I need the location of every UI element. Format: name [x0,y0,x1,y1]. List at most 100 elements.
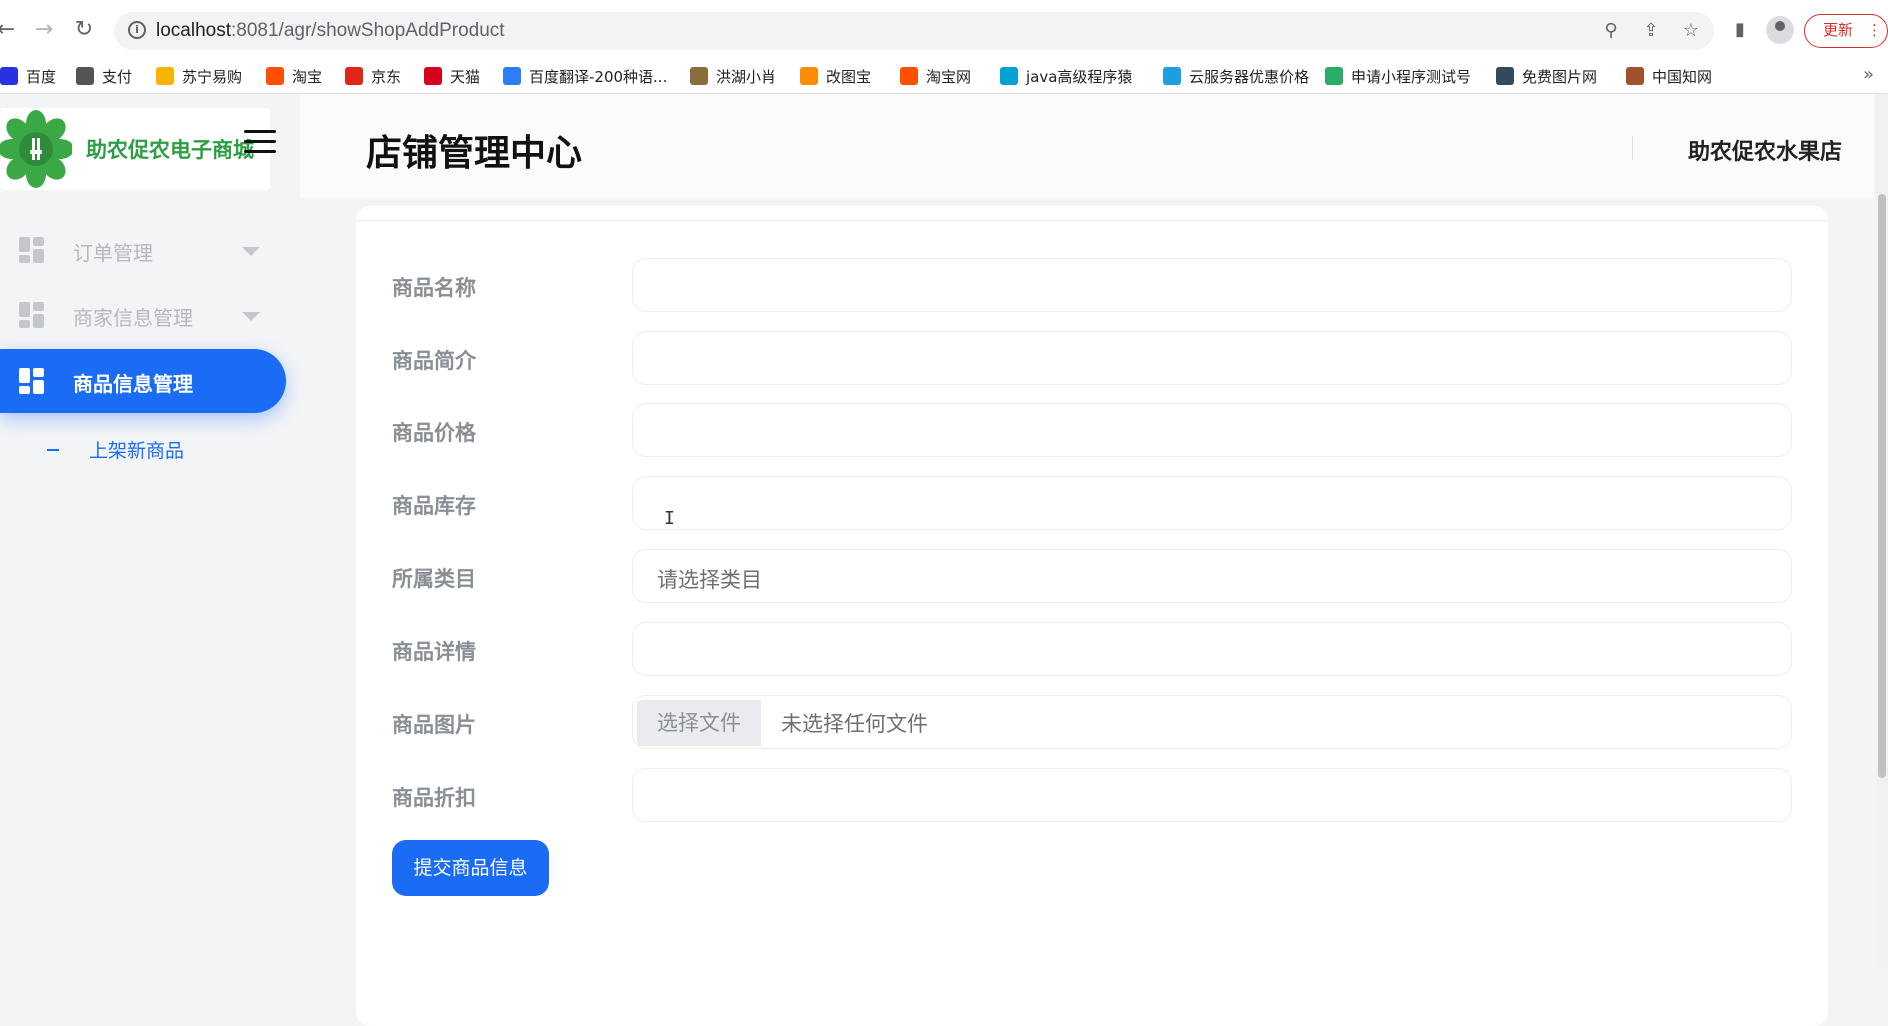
subitem-label: 上架新商品 [89,440,185,462]
card-divider [356,220,1828,221]
bookmark-favicon-icon [503,67,521,85]
bookmark-item[interactable]: 淘宝网 [900,66,971,88]
share-icon[interactable]: ⇪ [1640,20,1662,42]
bookmark-item[interactable]: java高级程序猿 [1000,66,1132,88]
field-label: 商品详情 [392,640,476,664]
scrollbar-thumb[interactable] [1878,194,1886,778]
sidebar: 助农促农电子商城 订单管理 商家信息管理 商品信息管理 上架新商品 [0,94,300,968]
text-cursor-icon: I [664,508,675,529]
form-row-product-intro: 商品简介 [392,331,1792,385]
bookmark-item[interactable]: 洪湖小肖 [690,66,776,88]
shop-name[interactable]: 助农促农水果店 [1688,134,1842,166]
bookmark-label: 苏宁易购 [182,68,243,86]
bookmark-item[interactable]: 支付 [76,66,132,88]
bookmark-label: 支付 [102,68,133,86]
bookmark-item[interactable]: 云服务器优惠价格 [1163,66,1309,88]
bookmarks-more-icon[interactable]: » [1863,64,1874,85]
bookmark-item[interactable]: 苏宁易购 [156,66,242,88]
bookmark-label: 免费图片网 [1522,68,1598,86]
forward-icon[interactable]: → [30,16,58,44]
category-placeholder: 请选择类目 [657,568,762,592]
logo-leaf-icon [0,110,72,188]
bookmark-label: 洪湖小肖 [716,68,777,86]
bookmark-label: 云服务器优惠价格 [1189,68,1310,86]
reload-icon[interactable]: ↻ [70,16,98,44]
browser-toolbar: ← → ↻ i localhost:8081/agr/showShopAddPr… [0,0,1888,60]
submit-product-button[interactable]: 提交商品信息 [392,840,549,896]
bookmark-favicon-icon [424,67,442,85]
sidebar-item-merchant-info[interactable]: 商家信息管理 [0,283,286,347]
bookmark-item[interactable]: 京东 [345,66,401,88]
bookmark-item[interactable]: 百度翻译-200种语... [503,66,667,88]
field-label: 商品图片 [392,713,476,737]
logo[interactable]: 助农促农电子商城 [0,108,270,190]
bookmark-favicon-icon [1000,67,1018,85]
menu-toggle-icon[interactable] [244,130,276,154]
main-header: 店铺管理中心 助农促农水果店 [300,94,1874,198]
zoom-icon[interactable]: ⚲ [1600,20,1622,42]
product-price-input[interactable] [632,403,1792,457]
bookmark-label: 淘宝网 [926,68,972,86]
bookmark-label: 天猫 [450,68,481,86]
chevron-down-icon [242,247,260,256]
bookmark-favicon-icon [900,67,918,85]
bookmark-favicon-icon [1325,67,1343,85]
bookmark-label: 中国知网 [1652,68,1713,86]
app-root: 助农促农电子商城 订单管理 商家信息管理 商品信息管理 上架新商品 店铺管理中心… [0,94,1888,1026]
bookmark-item[interactable]: 申请小程序测试号 [1325,66,1471,88]
form-row-category: 所属类目 请选择类目 [392,549,1792,603]
address-bar[interactable]: i localhost:8081/agr/showShopAddProduct … [114,12,1714,50]
form-row-product-detail: 商品详情 [392,622,1792,676]
file-status-text: 未选择任何文件 [781,712,928,736]
bookmark-star-icon[interactable]: ☆ [1680,20,1702,42]
form-row-product-image: 商品图片 选择文件 未选择任何文件 [392,695,1792,749]
dashboard-icon [19,302,45,328]
form-row-product-discount: 商品折扣 [392,768,1792,822]
field-label: 商品折扣 [392,786,476,810]
product-stock-input[interactable] [632,476,1792,530]
bookmark-favicon-icon [266,67,284,85]
dashboard-icon [19,368,45,394]
product-intro-input[interactable] [632,331,1792,385]
logo-text: 助农促农电子商城 [86,138,254,162]
sidebar-subitem-add-product[interactable]: 上架新商品 [47,436,184,464]
chevron-down-icon [242,312,260,321]
bookmark-label: 淘宝 [292,68,323,86]
side-panel-icon[interactable]: ▮ [1728,18,1752,42]
profile-avatar[interactable] [1766,16,1794,44]
page-title: 店铺管理中心 [366,133,583,174]
sidebar-item-orders[interactable]: 订单管理 [0,218,286,282]
field-label: 商品简介 [392,349,476,373]
field-label: 商品价格 [392,421,476,445]
bookmarks-bar: » 百度 支付 苏宁易购 淘宝 京东 天猫 百度翻译-200种语... 洪湖小肖 改图宝 淘宝网 j… [0,60,1888,94]
sidebar-item-label: 商品信息管理 [73,372,193,396]
field-label: 所属类目 [392,567,476,591]
bookmark-favicon-icon [76,67,94,85]
product-name-input[interactable] [632,258,1792,312]
bookmark-item[interactable]: 改图宝 [800,66,871,88]
bookmark-item[interactable]: 百度 [0,66,56,88]
bookmark-label: java高级程序猿 [1026,68,1133,86]
bookmark-label: 百度翻译-200种语... [529,68,668,86]
url-text[interactable]: localhost:8081/agr/showShopAddProduct [156,20,505,42]
back-icon[interactable]: ← [0,16,20,44]
product-image-file-input[interactable]: 选择文件 未选择任何文件 [632,695,1792,749]
product-detail-input[interactable] [632,622,1792,676]
product-discount-input[interactable] [632,768,1792,822]
bookmark-item[interactable]: 免费图片网 [1496,66,1597,88]
sidebar-item-product-info[interactable]: 商品信息管理 [0,349,286,413]
form-row-product-price: 商品价格 [392,403,1792,457]
choose-file-button[interactable]: 选择文件 [637,700,761,746]
bookmark-item[interactable]: 淘宝 [266,66,322,88]
site-info-icon[interactable]: i [128,21,146,39]
category-select[interactable]: 请选择类目 [632,549,1792,603]
update-button[interactable]: 更新 ⋮ [1804,14,1888,48]
sidebar-item-label: 订单管理 [73,241,153,265]
bookmark-item[interactable]: 中国知网 [1626,66,1712,88]
header-divider [1632,136,1633,160]
bookmark-label: 申请小程序测试号 [1351,68,1472,86]
bookmark-label: 百度 [26,68,57,86]
page-scrollbar[interactable] [1876,94,1888,968]
bookmark-item[interactable]: 天猫 [424,66,480,88]
sidebar-item-label: 商家信息管理 [73,306,193,330]
